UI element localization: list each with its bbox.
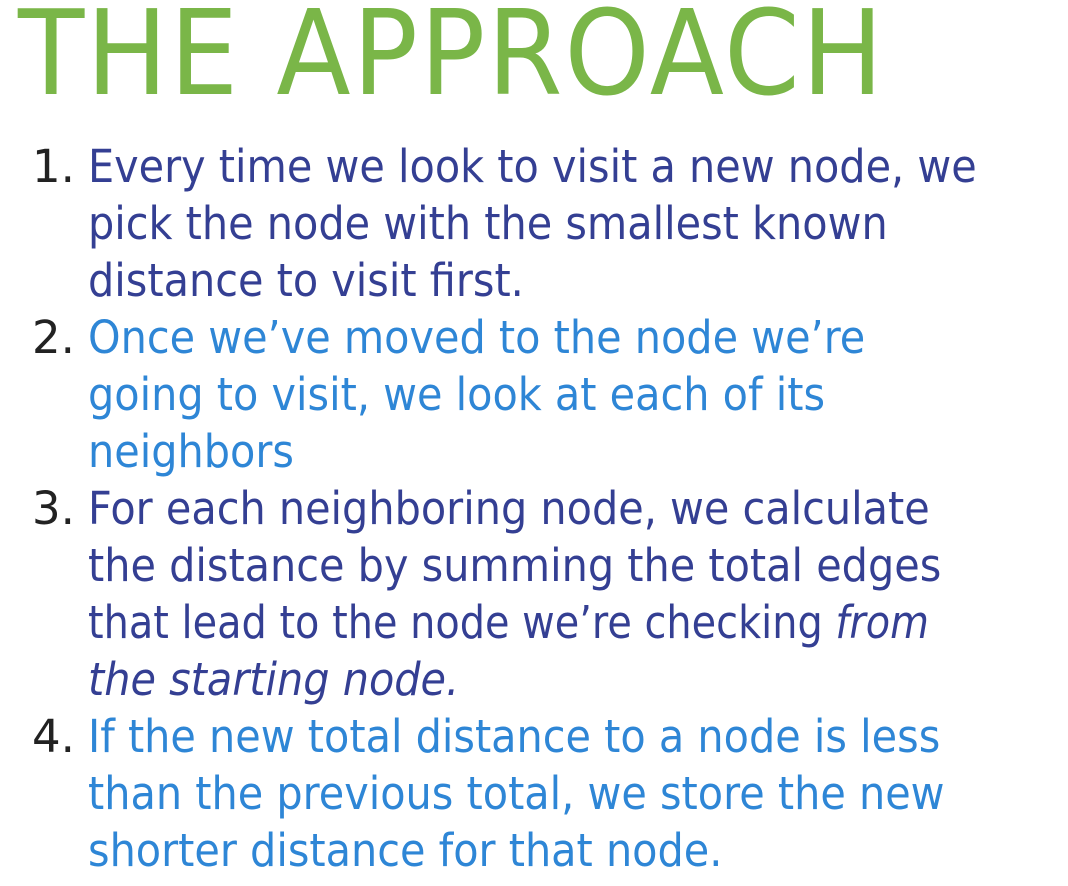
item-2-line-1: Once we’ve moved to the node we’re [88,311,866,364]
list-item-4: 4. If the new total distance to a node i… [0,708,1068,879]
list-number-2: 2. [32,311,75,364]
item-3-line-1: For each neighboring node, we calculate [88,482,930,535]
item-4-line-1: If the new total distance to a node is l… [88,710,941,763]
item-1-line-3: distance to visit first. [88,254,524,307]
item-1-line-1: Every time we look to visit a new node, … [88,140,977,193]
list-number-1: 1. [32,140,75,193]
item-3-line-4-emphasis: the starting node. [88,653,460,706]
item-3-emphasis-from: from [835,596,929,649]
item-1-line-2: pick the node with the smallest known [88,197,888,250]
item-3-line-3-text: that lead to the node we’re checking [88,596,836,649]
approach-list: 1. Every time we look to visit a new nod… [0,138,1068,879]
list-item-3: 3. For each neighboring node, we calcula… [0,480,1068,708]
item-3-line-2: the distance by summing the total edges [88,539,942,592]
list-item-2: 2. Once we’ve moved to the node we’re go… [0,309,1068,480]
item-4-line-2: than the previous total, we store the ne… [88,767,945,820]
list-number-4: 4. [32,710,75,763]
item-2-line-3: neighbors [88,425,294,478]
item-4-line-3: shorter distance for that node. [88,824,723,877]
item-2-line-2: going to visit, we look at each of its [88,368,826,421]
list-number-3: 3. [32,482,75,535]
slide-title: THE APPROACH [18,0,886,122]
item-3-line-3: that lead to the node we’re checking fro… [88,594,929,651]
list-item-1: 1. Every time we look to visit a new nod… [0,138,1068,309]
